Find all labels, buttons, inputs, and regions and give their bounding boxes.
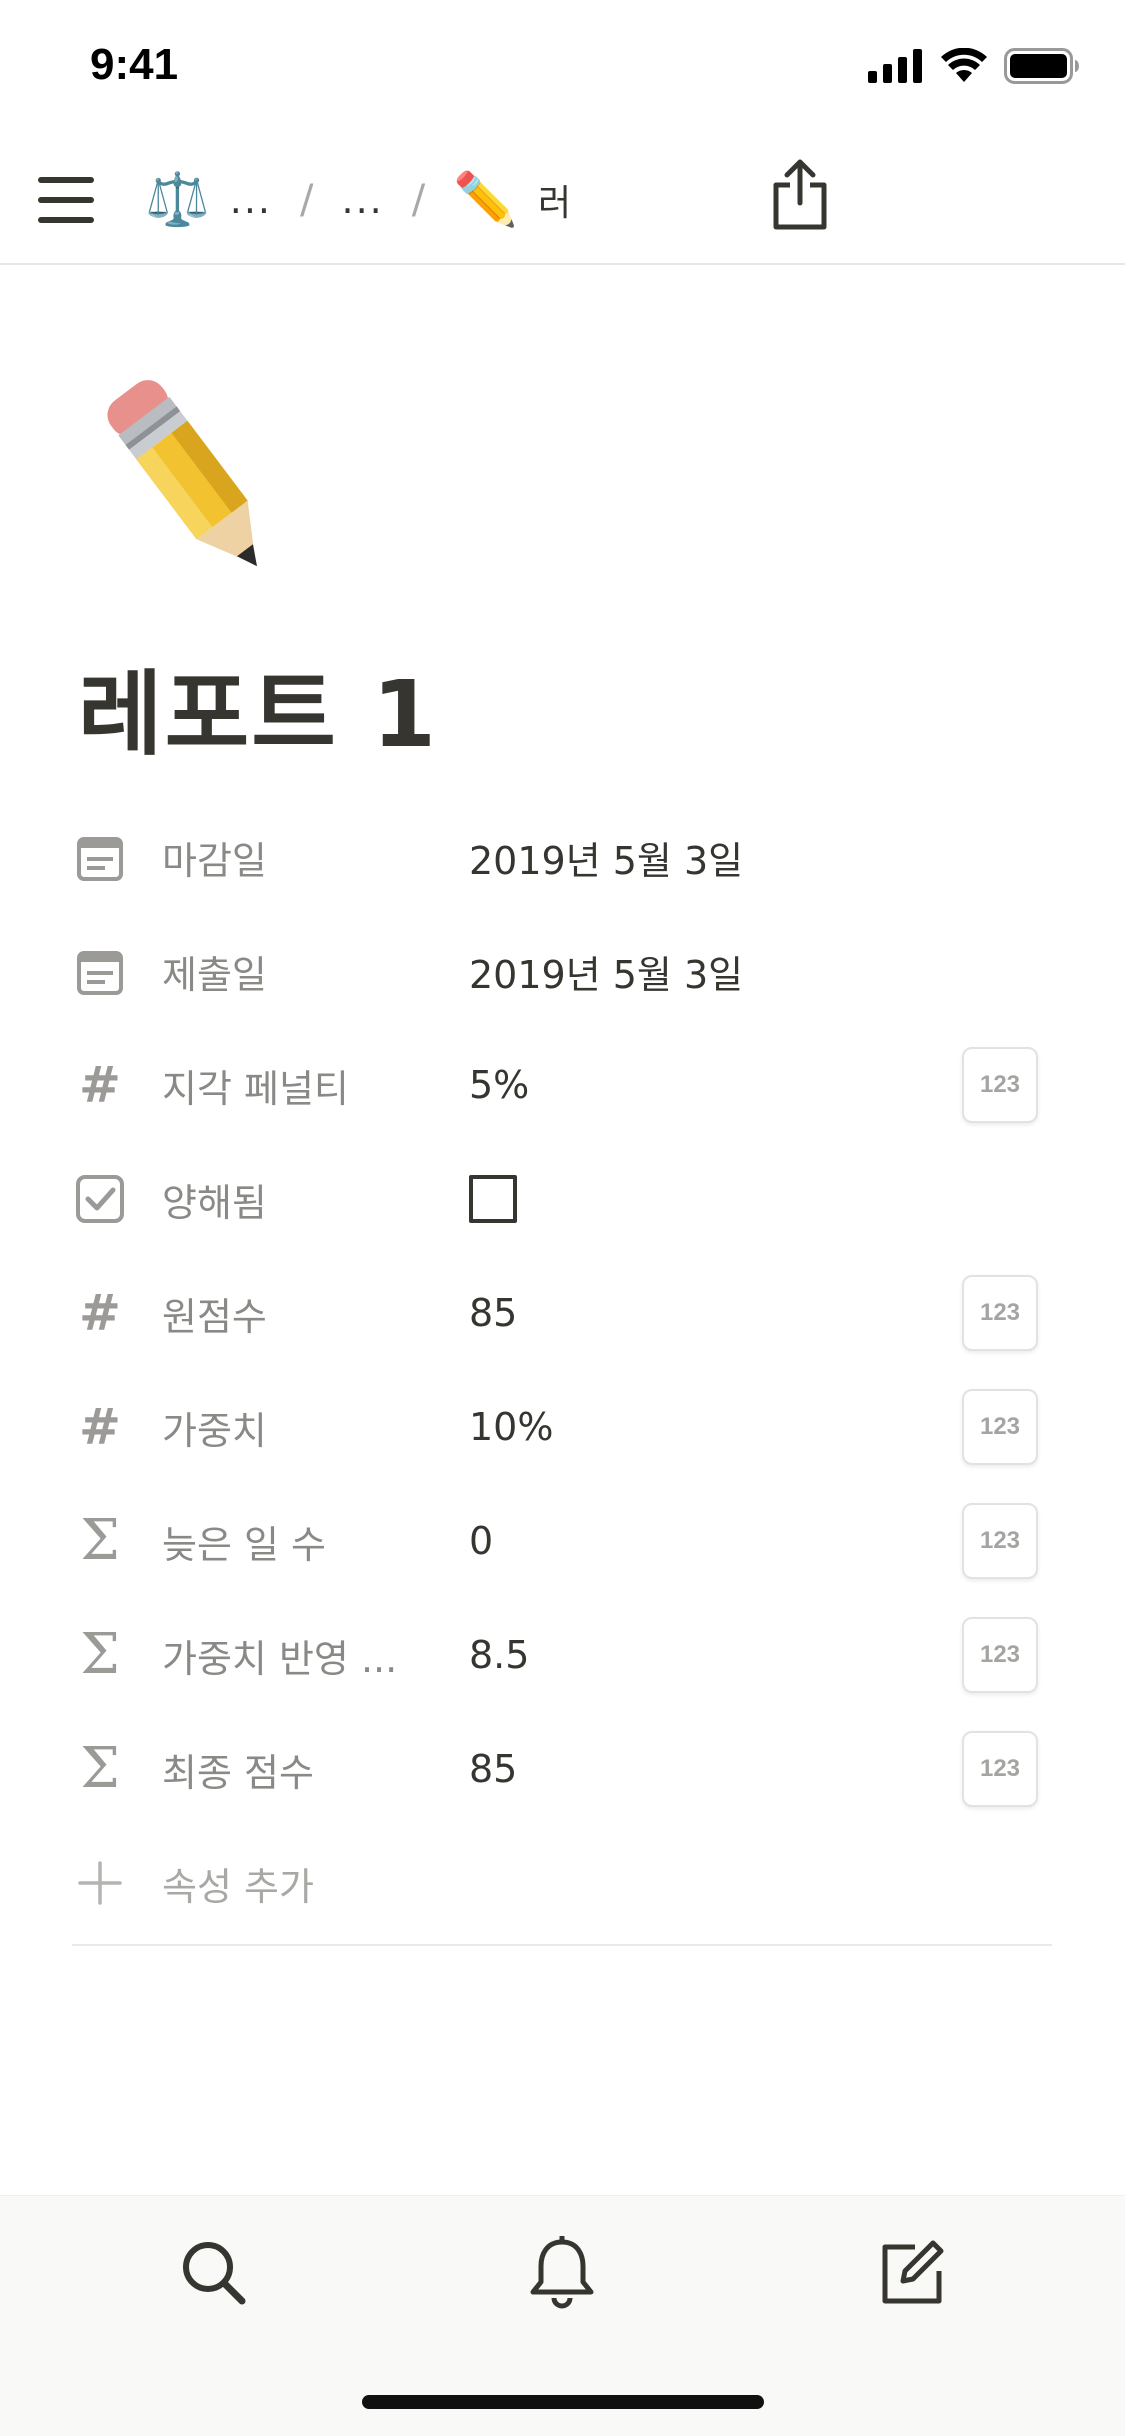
- property-value[interactable]: 8.5: [469, 1633, 529, 1677]
- search-button[interactable]: [169, 2228, 259, 2318]
- property-row[interactable]: Σ 최종 점수 85 123: [72, 1712, 1052, 1826]
- property-name: 가중치: [162, 1408, 267, 1453]
- excused-checkbox[interactable]: [469, 1175, 517, 1223]
- property-row[interactable]: 양해됨: [72, 1142, 1052, 1256]
- property-row[interactable]: 제출일 2019년 5월 3일: [72, 914, 1052, 1028]
- search-icon: [183, 2242, 246, 2305]
- page-title[interactable]: 레포트 1: [78, 640, 438, 773]
- property-row[interactable]: Σ 가중치 반영 ... 8.5 123: [72, 1598, 1052, 1712]
- property-row[interactable]: # 원점수 85 123: [72, 1256, 1052, 1370]
- sigma-icon: Σ: [80, 1622, 120, 1687]
- property-value[interactable]: 5%: [469, 1063, 529, 1107]
- properties-list: 마감일 2019년 5월 3일 제출일 2019년 5월 3일 # 지각 페널티…: [72, 800, 1052, 1940]
- number-format-button[interactable]: 123: [962, 1389, 1038, 1465]
- number-format-button[interactable]: 123: [962, 1617, 1038, 1693]
- property-row[interactable]: 마감일 2019년 5월 3일: [72, 800, 1052, 914]
- hash-icon: #: [79, 1284, 121, 1342]
- pencil-emoji-icon: ✏️: [453, 170, 518, 230]
- menu-icon[interactable]: [38, 175, 94, 225]
- breadcrumb-separator: /: [411, 177, 426, 223]
- property-name: 지각 페널티: [162, 1066, 349, 1111]
- property-value[interactable]: 10%: [469, 1405, 553, 1449]
- plus-icon: [72, 1855, 128, 1911]
- breadcrumb-label: 러: [537, 183, 572, 224]
- property-name: 최종 점수: [162, 1750, 314, 1795]
- compose-icon: [882, 2240, 944, 2304]
- property-name: 마감일: [162, 838, 267, 883]
- new-page-button[interactable]: [866, 2228, 956, 2318]
- property-value[interactable]: 2019년 5월 3일: [469, 830, 743, 885]
- notifications-button[interactable]: [517, 2228, 607, 2318]
- property-name: 늦은 일 수: [162, 1522, 326, 1567]
- breadcrumb-item[interactable]: ⚖️ ...: [145, 174, 272, 226]
- breadcrumb: ⚖️ ... / ... / ✏️ 러: [145, 165, 571, 235]
- number-format-button[interactable]: 123: [962, 1047, 1038, 1123]
- property-value[interactable]: 85: [469, 1291, 517, 1335]
- breadcrumb-label: ...: [341, 178, 384, 222]
- property-name: 원점수: [162, 1294, 267, 1339]
- property-value[interactable]: 2019년 5월 3일: [469, 944, 743, 999]
- property-row[interactable]: # 가중치 10% 123: [72, 1370, 1052, 1484]
- add-property-label: 속성 추가: [162, 1864, 314, 1909]
- property-row[interactable]: Σ 늦은 일 수 0 123: [72, 1484, 1052, 1598]
- wifi-icon: [941, 48, 987, 82]
- top-nav: ⚖️ ... / ... / ✏️ 러: [0, 135, 1125, 265]
- share-icon[interactable]: [770, 159, 830, 231]
- sigma-icon: Σ: [80, 1508, 120, 1573]
- number-format-button[interactable]: 123: [962, 1503, 1038, 1579]
- scales-emoji-icon: ⚖️: [145, 170, 210, 230]
- hash-icon: #: [79, 1056, 121, 1114]
- status-icons: [868, 48, 1080, 84]
- property-name: 제출일: [162, 952, 267, 997]
- battery-icon: [1004, 48, 1079, 84]
- calendar-icon: [72, 943, 128, 999]
- pencil-icon[interactable]: [72, 360, 312, 600]
- sigma-icon: Σ: [80, 1736, 120, 1801]
- hash-icon: #: [79, 1398, 121, 1456]
- number-format-button[interactable]: 123: [962, 1275, 1038, 1351]
- number-format-button[interactable]: 123: [962, 1731, 1038, 1807]
- property-value[interactable]: 0: [469, 1519, 493, 1563]
- status-bar: 9:41: [0, 0, 1125, 135]
- property-name: 가중치 반영 ...: [162, 1636, 398, 1681]
- checkbox-icon: [72, 1171, 128, 1227]
- calendar-icon: [72, 829, 128, 885]
- home-indicator: [362, 2395, 764, 2409]
- property-value[interactable]: 85: [469, 1747, 517, 1791]
- property-row[interactable]: # 지각 페널티 5% 123: [72, 1028, 1052, 1142]
- breadcrumb-separator: /: [300, 177, 314, 223]
- breadcrumb-label: ...: [229, 178, 272, 222]
- add-property-button[interactable]: 속성 추가: [72, 1826, 1052, 1940]
- breadcrumb-item[interactable]: ...: [341, 178, 383, 222]
- bell-icon: [530, 2236, 594, 2309]
- divider: [72, 1944, 1052, 1946]
- breadcrumb-item[interactable]: ✏️ 러: [453, 174, 571, 226]
- property-name: 양해됨: [162, 1180, 267, 1225]
- status-time: 9:41: [90, 40, 179, 89]
- cellular-signal-icon: [868, 49, 922, 83]
